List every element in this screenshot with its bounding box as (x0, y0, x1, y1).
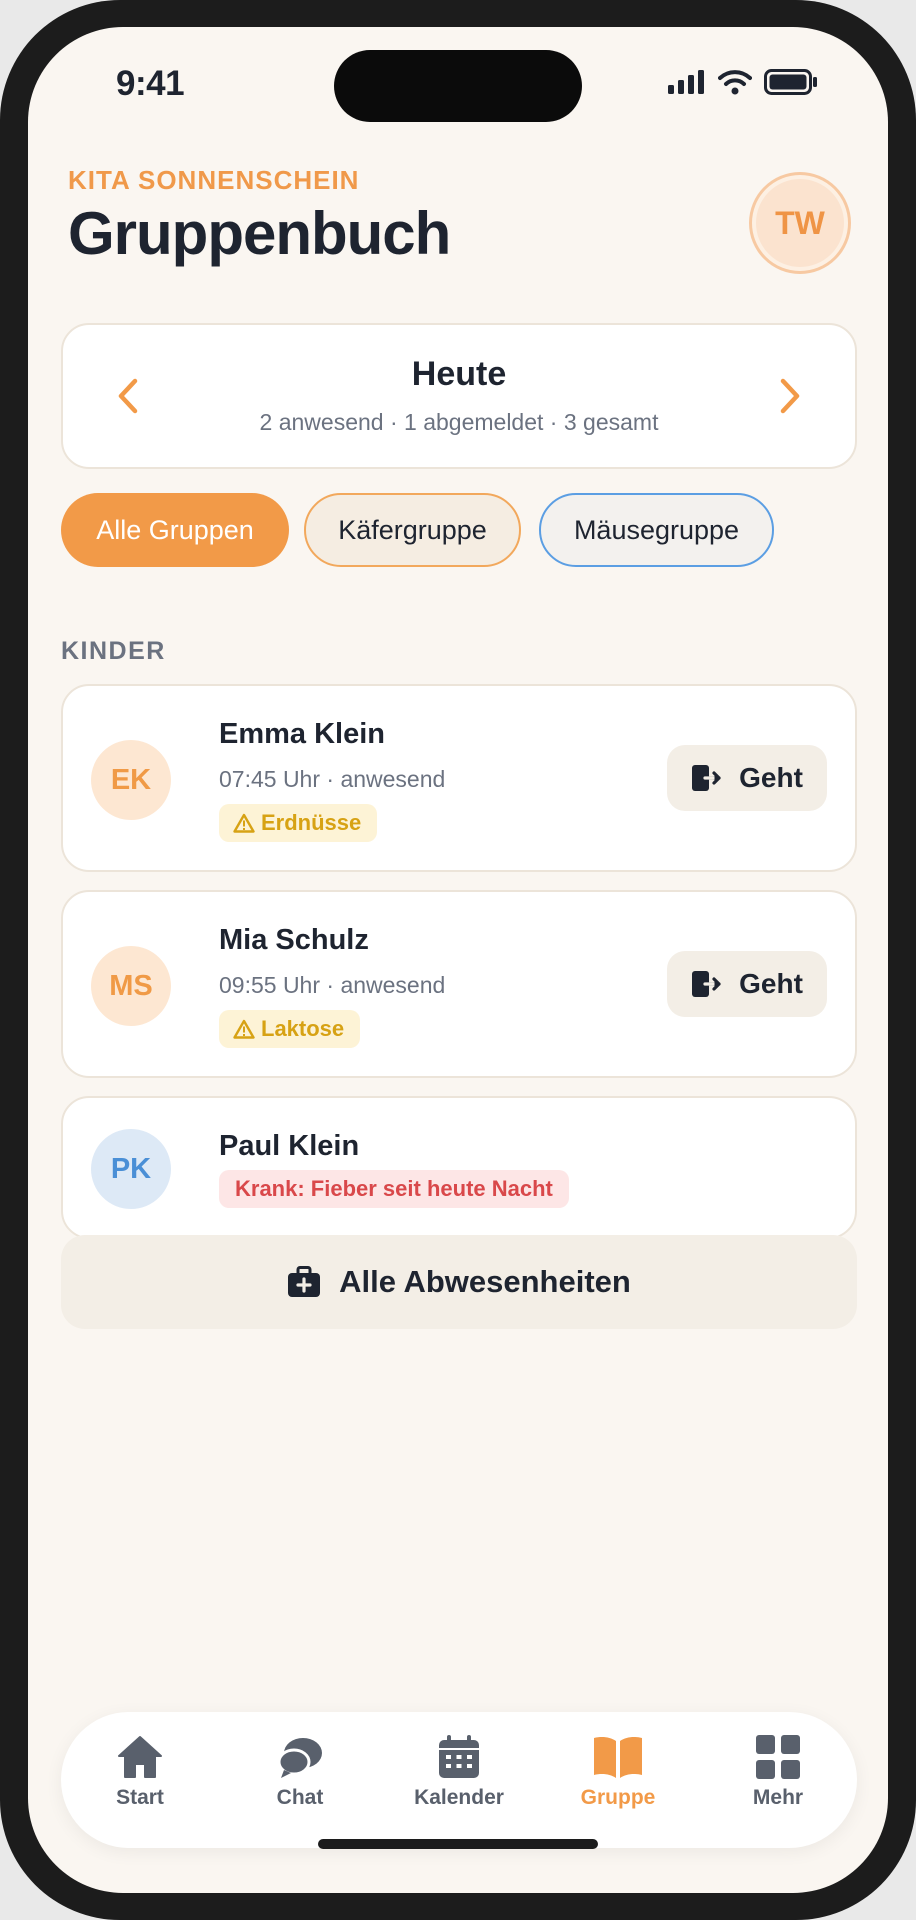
tab-kalender[interactable]: Kalender (384, 1734, 534, 1810)
tab-start[interactable]: Start (65, 1734, 215, 1810)
tab-mehr-label: Mehr (752, 1786, 804, 1809)
checkout-button[interactable]: Geht (667, 951, 827, 1017)
all-absences-button[interactable]: Alle Abwesenheiten (61, 1235, 857, 1329)
child-name: Paul Klein (219, 1130, 360, 1162)
section-label-children: KINDER (61, 637, 166, 665)
next-day-button[interactable] (765, 371, 815, 421)
phone-frame: 9:41 KITA SONNENSCHEIN Gruppenbuch TW He… (0, 0, 916, 1920)
home-indicator (318, 1839, 598, 1849)
status-time: 9:41 (116, 64, 185, 103)
status-icons (668, 69, 818, 95)
tab-bar: Start Chat Kalender Gruppe Mehr (61, 1712, 857, 1848)
exit-door-icon (692, 765, 721, 791)
chat-icon (277, 1738, 322, 1778)
tab-chat[interactable]: Chat (225, 1734, 375, 1810)
medical-bag-icon (288, 1266, 321, 1297)
child-avatar: PK (91, 1129, 171, 1209)
filter-all-groups[interactable]: Alle Gruppen (61, 493, 289, 567)
allergy-label: Erdnüsse (261, 810, 362, 835)
chevron-right-icon (780, 378, 800, 414)
tab-start-label: Start (116, 1786, 164, 1809)
calendar-icon (439, 1735, 479, 1778)
tab-mehr[interactable]: Mehr (703, 1734, 853, 1810)
kita-name: KITA SONNENSCHEIN (68, 165, 360, 195)
home-icon (118, 1736, 162, 1778)
signal-icon (668, 70, 704, 94)
wifi-icon (718, 70, 752, 95)
dynamic-island (334, 50, 582, 122)
grid-icon (756, 1735, 800, 1779)
allergy-badge: Erdnüsse (219, 804, 378, 842)
book-icon (594, 1737, 642, 1778)
checkout-label: Geht (739, 762, 803, 793)
child-checkin-info: 09:55 Uhr · anwesend (219, 972, 446, 998)
tab-gruppe-label: Gruppe (580, 1786, 656, 1809)
child-name: Mia Schulz (219, 924, 369, 956)
warning-icon (233, 813, 255, 833)
checkout-button[interactable]: Geht (667, 745, 827, 811)
child-name: Emma Klein (219, 718, 385, 750)
child-avatar: EK (91, 740, 171, 820)
user-avatar[interactable]: TW (752, 175, 848, 271)
tab-gruppe[interactable]: Gruppe (543, 1734, 693, 1810)
allergy-label: Laktose (261, 1016, 345, 1041)
app-screen: 9:41 KITA SONNENSCHEIN Gruppenbuch TW He… (28, 27, 888, 1893)
sick-status-badge: Krank: Fieber seit heute Nacht (219, 1170, 569, 1208)
child-avatar: MS (91, 946, 171, 1026)
allergy-badge: Laktose (219, 1010, 361, 1048)
checkout-label: Geht (739, 968, 803, 999)
date-title: Heute (411, 355, 507, 393)
battery-icon (764, 69, 817, 95)
child-card-mia-schulz[interactable]: MS Mia Schulz 09:55 Uhr · anwesend Lakto… (61, 890, 857, 1078)
tab-chat-label: Chat (276, 1786, 324, 1809)
exit-door-icon (692, 971, 721, 997)
all-absences-label: Alle Abwesenheiten (339, 1264, 631, 1299)
filter-kaefergruppe[interactable]: Käfergruppe (304, 493, 521, 567)
page-title: Gruppenbuch (68, 200, 451, 267)
child-checkin-info: 07:45 Uhr · anwesend (219, 766, 446, 792)
child-card-paul-klein[interactable]: PK Paul Klein Krank: Fieber seit heute N… (61, 1096, 857, 1239)
attendance-summary: 2 anwesend · 1 abgemeldet · 3 gesamt (259, 409, 659, 435)
warning-icon (233, 1019, 255, 1039)
filter-maeusegruppe[interactable]: Mäusegruppe (539, 493, 774, 567)
child-card-emma-klein[interactable]: EK Emma Klein 07:45 Uhr · anwesend Erdnü… (61, 684, 857, 872)
date-navigator: Heute 2 anwesend · 1 abgemeldet · 3 gesa… (61, 323, 857, 469)
tab-kalender-label: Kalender (414, 1786, 504, 1809)
